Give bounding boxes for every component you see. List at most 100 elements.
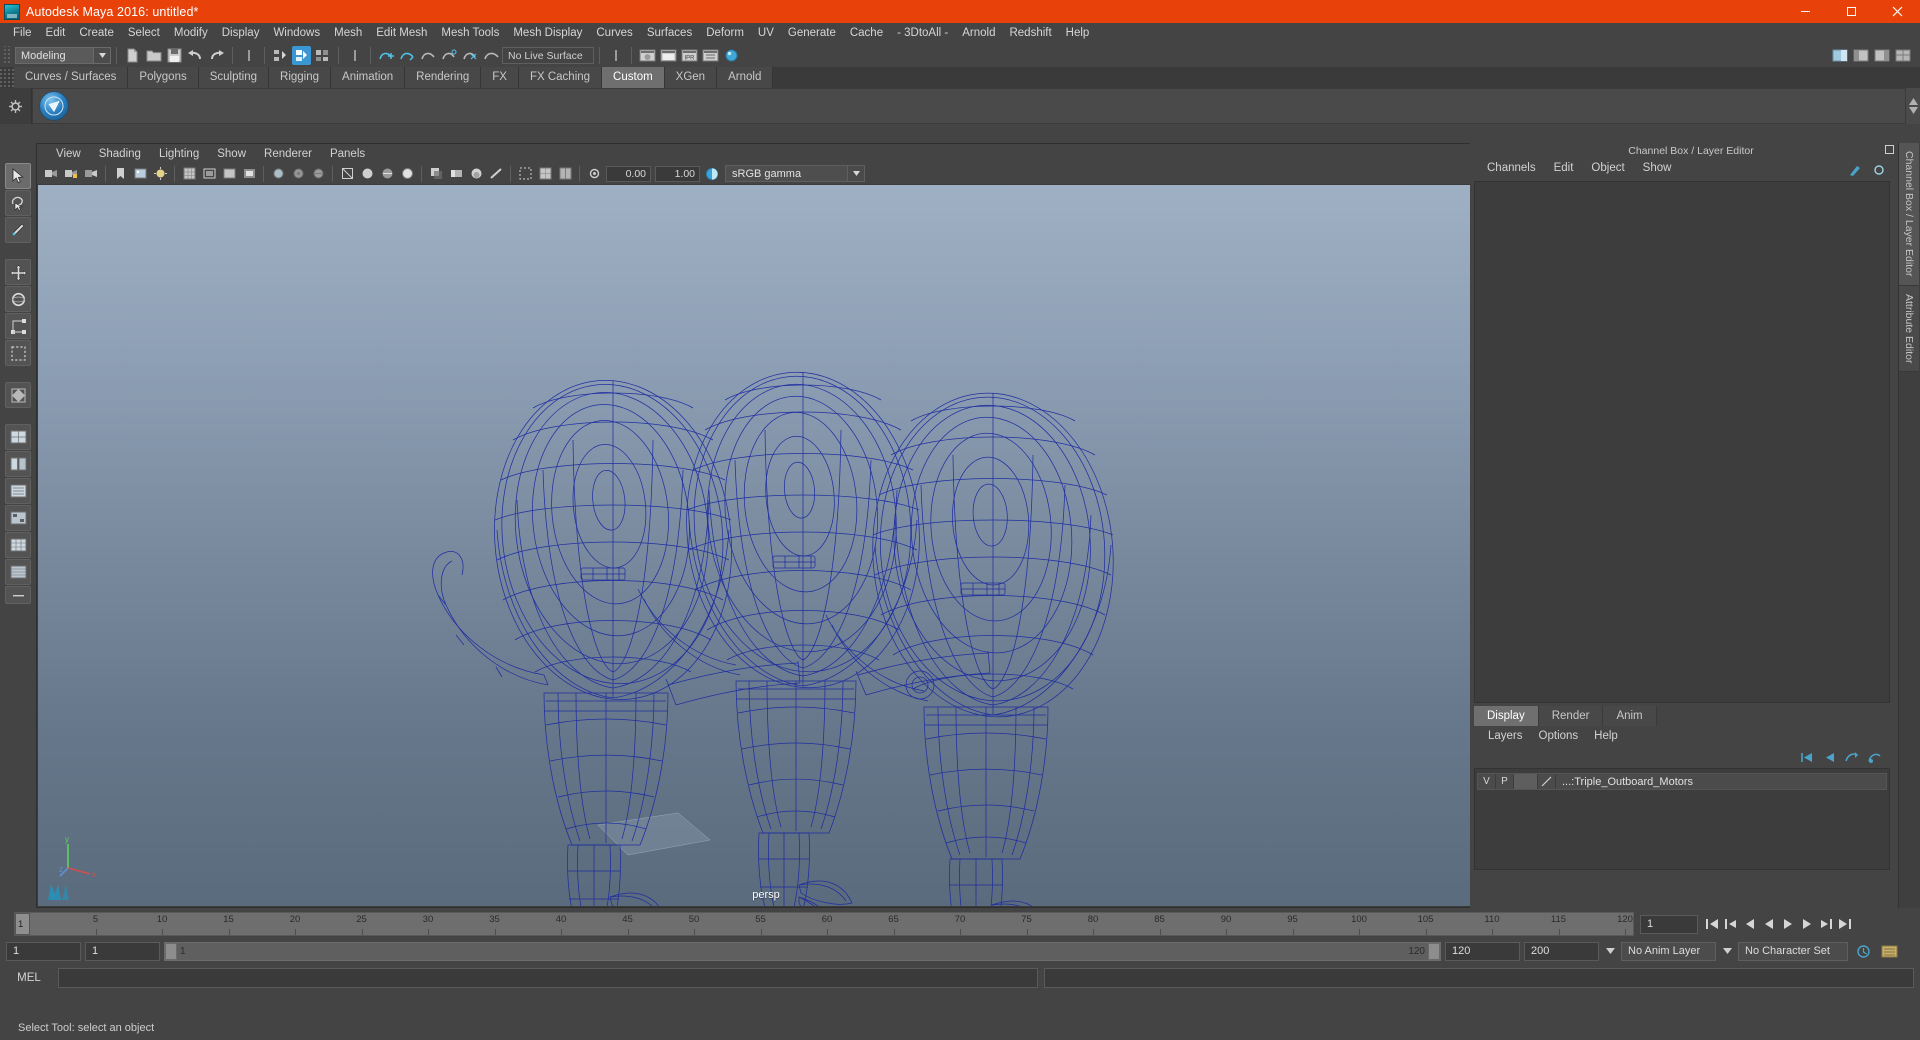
menu-uv[interactable]: UV [751,23,781,44]
history-toggle-icon[interactable] [606,46,625,65]
shelf-options-menu[interactable] [0,88,32,124]
snap-curve-icon[interactable] [398,46,417,65]
grid-toggle-icon[interactable] [180,165,198,183]
menu-help[interactable]: Help [1059,23,1097,44]
render-view-icon[interactable] [638,46,657,65]
color-management-selector[interactable]: sRGB gamma [725,165,865,182]
layer-menu-layers[interactable]: Layers [1480,730,1531,742]
wireframe-shading-icon[interactable] [338,165,356,183]
smooth-shade-textured-icon[interactable] [378,165,396,183]
xray-joints-icon[interactable] [289,165,307,183]
range-end-handle[interactable] [1428,942,1440,960]
animation-start-field[interactable]: 1 [6,941,81,961]
play-forwards-button[interactable] [1778,914,1797,934]
shelf-tab-fx-caching[interactable]: FX Caching [518,67,603,88]
menu-deform[interactable]: Deform [699,23,751,44]
render-settings-icon[interactable] [701,46,720,65]
channel-box-menu-show[interactable]: Show [1634,162,1681,174]
selection-mask-hierarchy-icon[interactable] [239,46,258,65]
redo-icon[interactable] [207,46,226,65]
menu-surfaces[interactable]: Surfaces [640,23,699,44]
shelf-tab-rendering[interactable]: Rendering [405,67,482,88]
menu-file[interactable]: File [6,23,39,44]
time-slider-playhead[interactable]: 1 [15,913,30,935]
menu-mesh-tools[interactable]: Mesh Tools [434,23,506,44]
use-default-material-icon[interactable] [398,165,416,183]
snap-view-plane-icon[interactable] [461,46,480,65]
menu-curves[interactable]: Curves [589,23,639,44]
layer-tab-display[interactable]: Display [1474,706,1539,726]
layout-persp-outliner-button[interactable] [5,478,31,504]
menuset-selector[interactable]: Modeling [15,47,111,64]
menu-create[interactable]: Create [72,23,121,44]
shelf-tab-rigging[interactable]: Rigging [269,67,332,88]
shelf-tab-curves-surfaces[interactable]: Curves / Surfaces [14,67,129,88]
lasso-select-tool-button[interactable] [5,190,31,216]
select-object-icon[interactable] [292,46,311,65]
custom-shelf-button-icon[interactable] [39,91,69,121]
layout-four-view-button[interactable] [5,451,31,477]
shelf-tab-custom[interactable]: Custom [602,67,665,88]
menu-edit-mesh[interactable]: Edit Mesh [369,23,434,44]
shelf-tab-sculpting[interactable]: Sculpting [198,67,270,88]
current-frame-field[interactable]: 1 [1640,914,1698,934]
channel-box-tool-icon[interactable] [1848,163,1862,177]
new-layer-from-selection-icon[interactable] [1867,751,1882,764]
motion-blur-icon[interactable] [447,165,465,183]
time-slider-ruler[interactable]: 1 5 10 15 20 25 30 35 40 45 50 55 60 65 70 75 80 85 90 95 1… [14,912,1634,936]
shelf-tab-arnold[interactable]: Arnold [717,67,774,88]
layer-color-swatch[interactable] [1514,774,1538,789]
range-start-field[interactable]: 1 [85,941,160,961]
select-component-icon[interactable] [313,46,332,65]
playback-options-icon[interactable] [1603,948,1617,954]
select-camera-icon[interactable] [42,165,60,183]
save-scene-icon[interactable] [165,46,184,65]
lock-camera-icon[interactable] [62,165,80,183]
channel-box-menu-edit[interactable]: Edit [1545,162,1583,174]
channel-box-content[interactable] [1474,181,1890,703]
close-button[interactable] [1874,0,1920,23]
shelf-tab-animation[interactable]: Animation [331,67,406,88]
layout-single-perspective-button[interactable] [5,424,31,450]
color-management-icon[interactable] [703,165,721,183]
show-tool-settings-icon[interactable] [1852,46,1871,65]
anim-layer-dropdown-icon[interactable] [1720,948,1734,954]
menu-mesh[interactable]: Mesh [327,23,369,44]
anti-aliasing-icon[interactable] [487,165,505,183]
layer-shading-toggle[interactable] [1538,774,1556,789]
maximize-button[interactable] [1828,0,1874,23]
shelf-tab-xgen[interactable]: XGen [664,67,718,88]
move-tool-button[interactable] [5,259,31,285]
new-scene-icon[interactable] [123,46,142,65]
channel-box-settings-icon[interactable] [1872,163,1886,177]
exposure-field[interactable]: 0.00 [606,165,651,182]
bookmark-icon[interactable] [111,165,129,183]
layer-visibility-toggle[interactable]: V [1478,774,1496,789]
last-tool-used-button[interactable] [5,382,31,408]
toolbar-grip[interactable] [3,46,12,65]
range-bar[interactable]: 1 120 [164,941,1441,961]
animation-end-field[interactable]: 200 [1524,941,1599,961]
layer-name[interactable]: ...:Triple_Outboard_Motors [1556,776,1693,788]
float-panel-icon[interactable] [1885,145,1894,154]
smooth-shade-all-icon[interactable] [358,165,376,183]
character-set-selector[interactable]: No Character Set [1738,941,1848,961]
menu-mesh-display[interactable]: Mesh Display [506,23,589,44]
shelf-scroll-arrows[interactable] [1906,88,1920,124]
channel-box-menu-channels[interactable]: Channels [1478,162,1545,174]
render-current-frame-icon[interactable] [659,46,678,65]
undo-icon[interactable] [186,46,205,65]
layer-menu-options[interactable]: Options [1531,730,1587,742]
viewport-menu-renderer[interactable]: Renderer [255,148,321,160]
layer-menu-help[interactable]: Help [1586,730,1626,742]
viewport-menu-lighting[interactable]: Lighting [150,148,208,160]
go-to-end-button[interactable] [1835,914,1854,934]
move-layer-down-icon[interactable] [1821,751,1836,764]
ambient-occlusion-icon[interactable] [467,165,485,183]
menu-edit[interactable]: Edit [39,23,73,44]
layout-persp-ue-button[interactable] [5,559,31,585]
viewport-menu-show[interactable]: Show [208,148,255,160]
auto-keyframe-button[interactable] [1852,944,1874,959]
viewport-layout-icon[interactable] [556,165,574,183]
vtab-attribute-editor[interactable]: Attribute Editor [1899,285,1919,372]
